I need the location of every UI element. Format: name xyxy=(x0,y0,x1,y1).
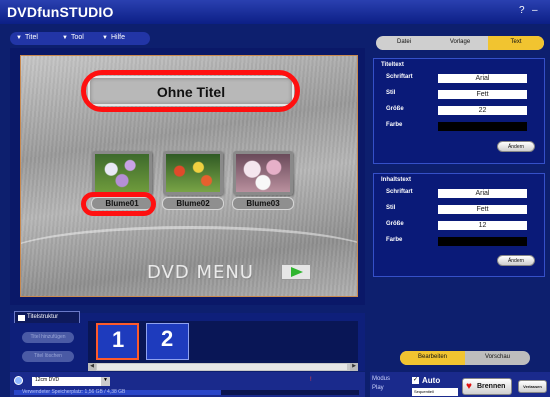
disc-icon xyxy=(14,376,23,385)
inhaltstext-andern-button[interactable]: Ändern xyxy=(497,255,535,266)
thumbnail-blume01[interactable] xyxy=(92,151,152,195)
inhaltstext-stil-label: Stil xyxy=(386,205,396,211)
horizontal-scrollbar[interactable]: ◀ ▶ xyxy=(88,363,358,371)
tab-bearbeiten[interactable]: Bearbeiten xyxy=(400,351,465,365)
scroll-thumb[interactable] xyxy=(97,364,347,370)
heart-icon: ♥ xyxy=(466,381,472,392)
disc-type-select[interactable]: 12cm DVD ▼ xyxy=(32,377,110,386)
thumbnail-blume02[interactable] xyxy=(163,151,223,195)
menu-hilfe[interactable]: ▼ Hilfe xyxy=(102,34,125,41)
inhaltstext-groesse-field[interactable]: 12 xyxy=(438,221,527,230)
chapter-tile-2[interactable]: 2 xyxy=(146,323,189,360)
capacity-warning: ! xyxy=(310,377,312,383)
titeltext-farbe-swatch[interactable] xyxy=(438,122,527,131)
thumbnail-blume03[interactable] xyxy=(233,151,293,195)
tab-titelstruktur[interactable]: Titelstruktur xyxy=(14,311,80,323)
menu-bar: ▼ Titel ▼ Tool ▼ Hilfe xyxy=(10,32,150,45)
highlight-ring xyxy=(81,192,156,216)
inhaltstext-stil-field[interactable]: Fett xyxy=(438,205,527,214)
app-title: DVDfunSTUDIO xyxy=(7,4,114,20)
delete-title-button[interactable]: Titel löschen xyxy=(22,351,74,362)
play-icon xyxy=(291,267,303,277)
titeltext-schriftart-field[interactable]: Arial xyxy=(438,74,527,83)
inhaltstext-heading: Inhaltstext xyxy=(381,177,412,183)
titeltext-farbe-label: Farbe xyxy=(386,122,403,128)
inhaltstext-farbe-swatch[interactable] xyxy=(438,237,527,246)
triangle-down-icon: ▼ xyxy=(16,35,22,41)
titeltext-groesse-field[interactable]: 22 xyxy=(438,106,527,115)
titeltext-stil-label: Stil xyxy=(386,90,396,96)
scroll-right-icon[interactable]: ▶ xyxy=(350,363,358,371)
film-icon xyxy=(18,315,25,321)
titeltext-schriftart-label: Schriftart xyxy=(386,74,413,80)
play-button[interactable] xyxy=(281,264,311,280)
triangle-down-icon: ▼ xyxy=(102,35,108,41)
highlight-ring xyxy=(81,70,300,112)
scroll-left-icon[interactable]: ◀ xyxy=(88,363,96,371)
modus-label: Modus Play xyxy=(372,376,391,391)
auto-label: Auto xyxy=(422,376,441,385)
tab-datei[interactable]: Datei xyxy=(376,36,432,50)
inhaltstext-farbe-label: Farbe xyxy=(386,237,403,243)
titeltext-andern-button[interactable]: Ändern xyxy=(497,141,535,152)
auto-checkbox[interactable]: ✓ xyxy=(412,377,419,384)
tab-text[interactable]: Text xyxy=(488,36,544,50)
title-bar: DVDfunSTUDIO ? – xyxy=(0,0,550,24)
minimize-button[interactable]: – xyxy=(532,5,538,16)
titeltext-stil-field[interactable]: Fett xyxy=(438,90,527,99)
add-title-button[interactable]: Titel hinzufügen xyxy=(22,332,74,343)
menu-preview: Ohne Titel Blume01 Blume02 Blume03 DVD M… xyxy=(20,55,358,297)
right-tabs: Datei Vorlage Text xyxy=(376,36,544,50)
exit-button[interactable]: Verlassen xyxy=(518,380,547,393)
chevron-down-icon: ▼ xyxy=(101,377,110,386)
menu-titel[interactable]: ▼ Titel xyxy=(16,34,38,41)
menu-tool[interactable]: ▼ Tool xyxy=(62,34,84,41)
menu-button-blume03[interactable]: Blume03 xyxy=(232,197,294,210)
play-mode-select[interactable]: Sequentiell xyxy=(412,388,458,396)
chapter-tile-1[interactable]: 1 xyxy=(96,323,139,360)
titeltext-heading: Titeltext xyxy=(381,62,404,68)
inhaltstext-schriftart-label: Schriftart xyxy=(386,189,413,195)
inhaltstext-schriftart-field[interactable]: Arial xyxy=(438,189,527,198)
capacity-text: Verwendeter Speicherplatz: 1,56 GB / 4,3… xyxy=(22,389,126,395)
tab-vorschau[interactable]: Vorschau xyxy=(465,351,530,365)
mode-tabs: Bearbeiten Vorschau xyxy=(400,351,530,365)
triangle-down-icon: ▼ xyxy=(62,35,68,41)
tab-vorlage[interactable]: Vorlage xyxy=(432,36,488,50)
titeltext-groesse-label: Größe xyxy=(386,106,404,112)
menu-button-blume02[interactable]: Blume02 xyxy=(162,197,224,210)
inhaltstext-groesse-label: Größe xyxy=(386,221,404,227)
dvd-menu-text: DVD MENU xyxy=(147,262,254,283)
burn-button[interactable]: ♥ Brennen xyxy=(462,378,512,395)
help-button[interactable]: ? xyxy=(519,5,525,16)
